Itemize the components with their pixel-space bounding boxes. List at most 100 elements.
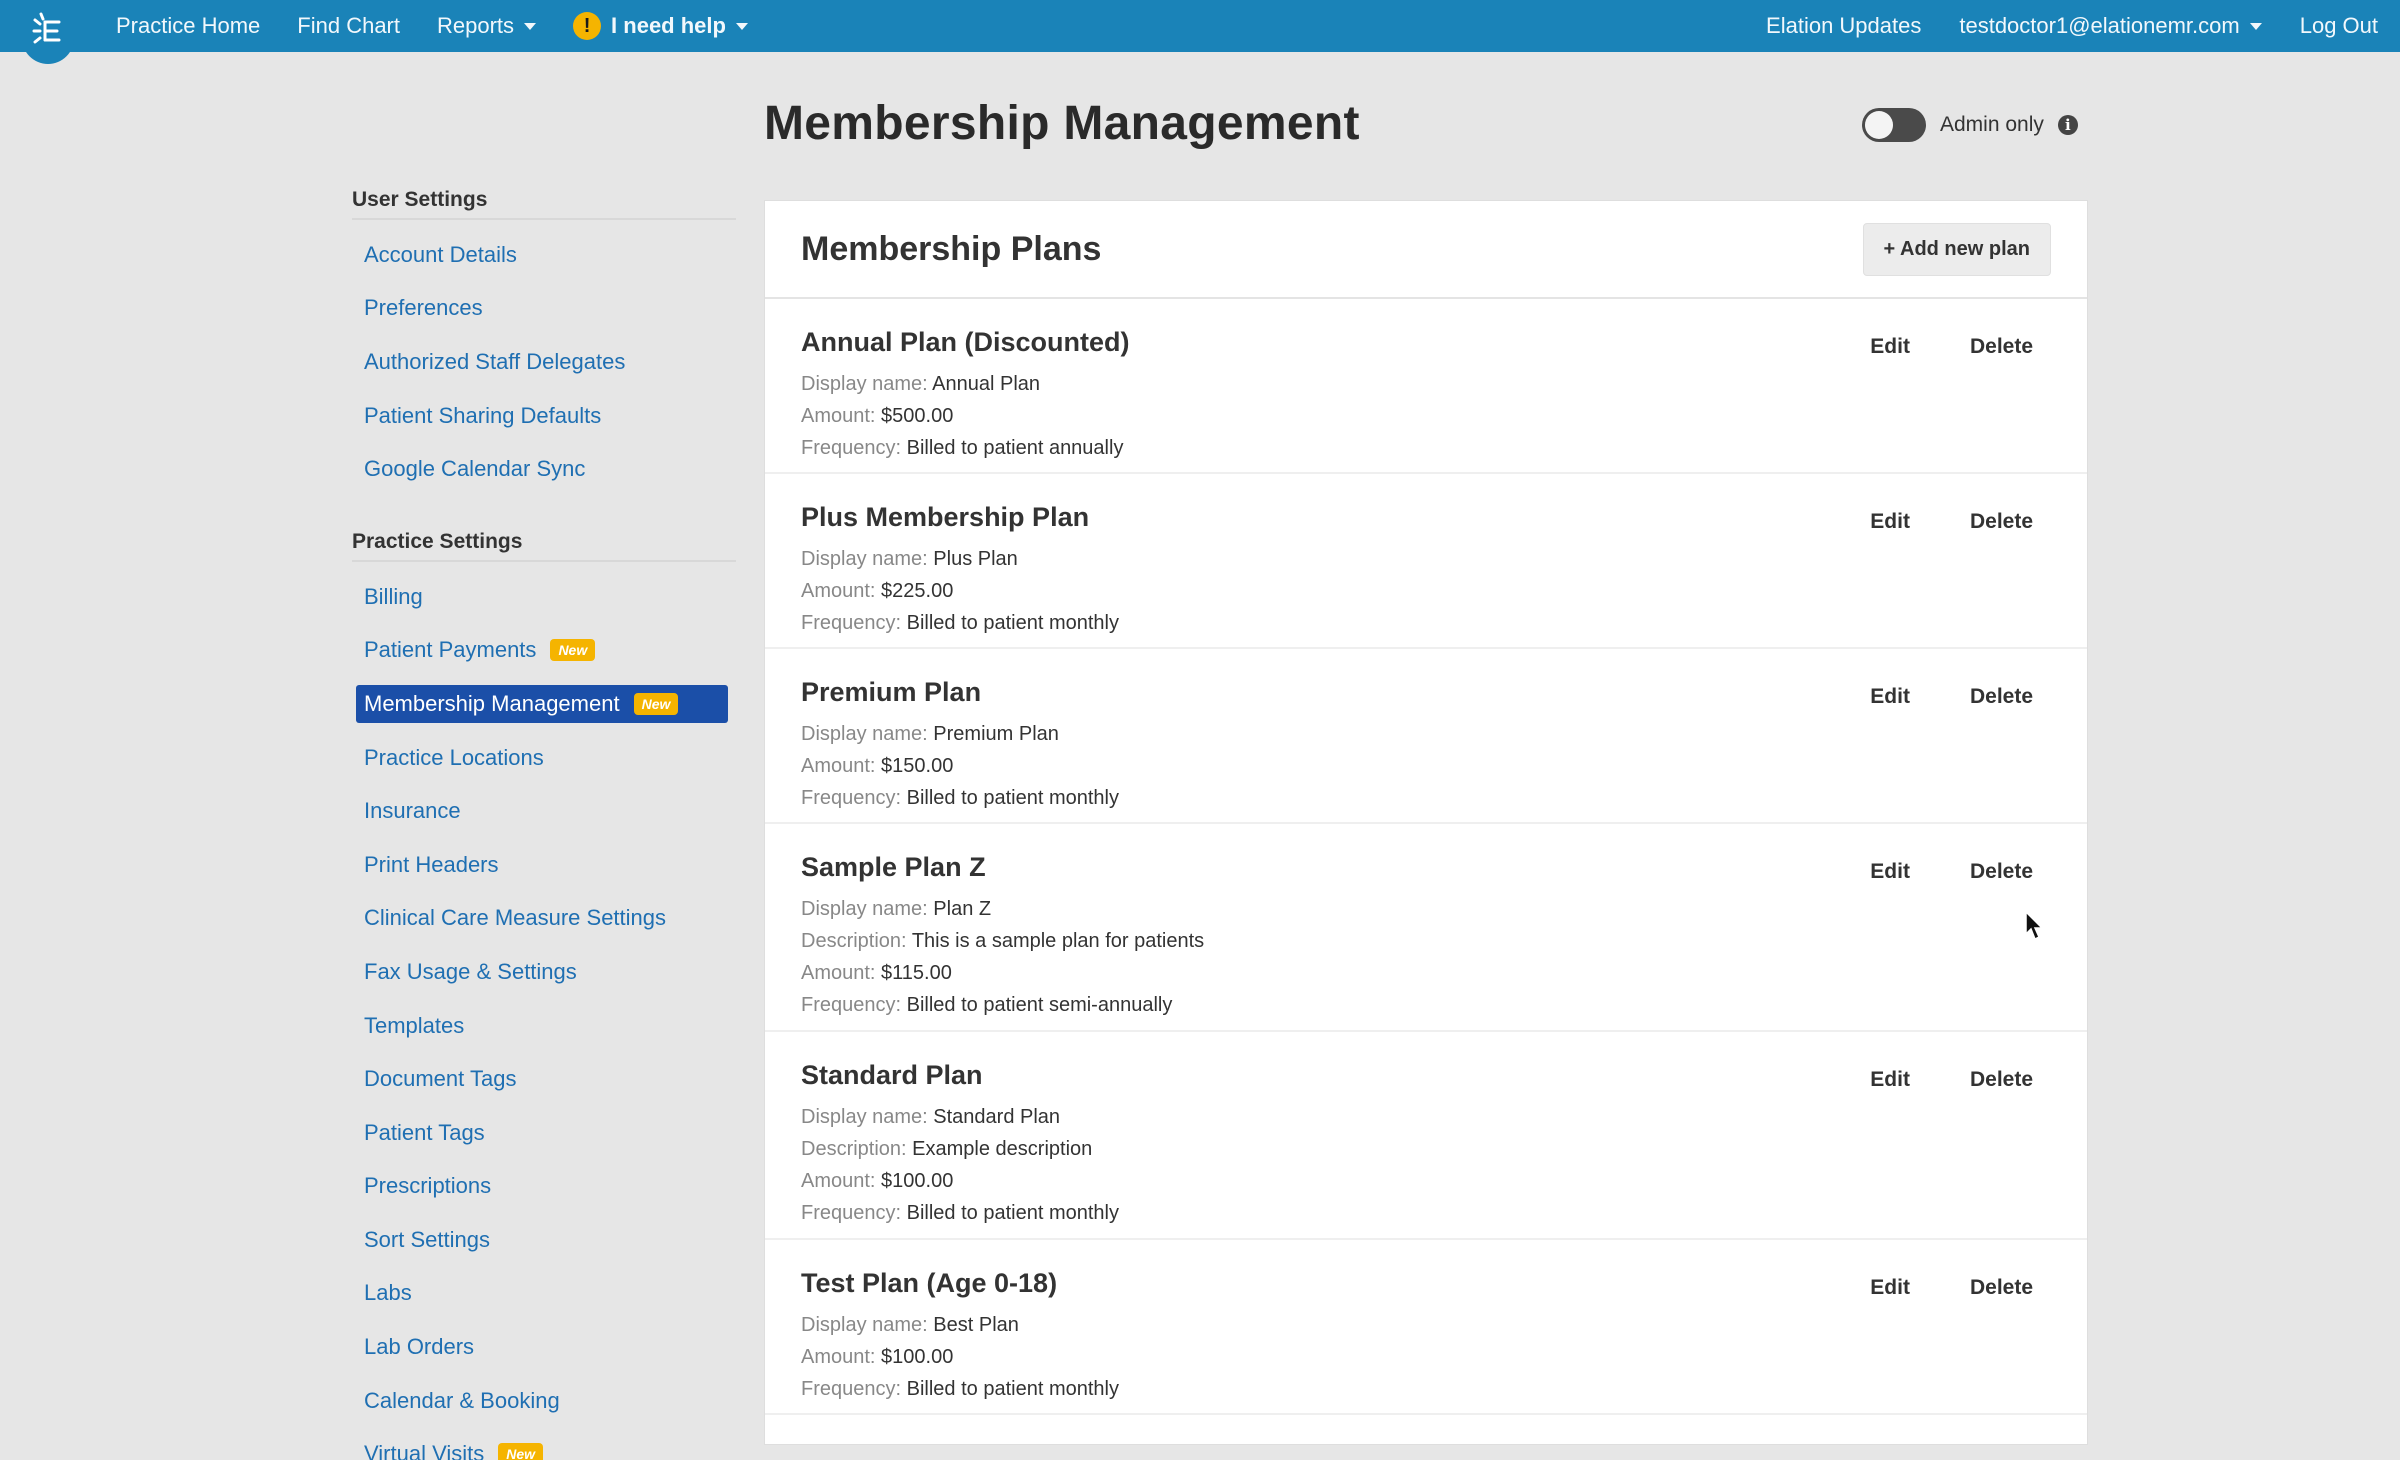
sidebar-item-label: Insurance [364,798,461,824]
sidebar-item-clinical-care-measure-settings[interactable]: Clinical Care Measure Settings [352,892,736,946]
card-title: Membership Plans [801,229,1102,268]
nav-left-group: Practice Home Find Chart Reports ! I nee… [116,0,748,52]
sidebar-item-labs[interactable]: Labs [352,1267,736,1321]
plan-field-value: This is a sample plan for patients [911,930,1205,952]
sidebar-item-insurance[interactable]: Insurance [352,784,736,838]
edit-plan-button[interactable]: Edit [1870,685,1910,709]
sidebar-item-label: Document Tags [364,1066,517,1092]
delete-plan-button[interactable]: Delete [1970,685,2033,709]
nav-reports-dropdown[interactable]: Reports [437,13,537,39]
plan-field: Amount: $100.00 [801,1165,2051,1197]
plan-field-value: Billed to patient monthly [906,787,1119,809]
admin-only-label: Admin only [1940,113,2044,136]
sidebar-item-label: Authorized Staff Delegates [364,348,626,374]
sidebar-item-document-tags[interactable]: Document Tags [352,1052,736,1106]
plan-field: Display name: Best Plan [801,1309,2051,1341]
sidebar-item-label: Patient Payments [364,637,537,663]
sidebar-item-label: Print Headers [364,851,499,877]
nav-help-dropdown[interactable]: ! I need help [573,12,748,40]
sidebar-item-billing[interactable]: Billing [352,570,736,624]
sidebar-item-calendar-booking[interactable]: Calendar & Booking [352,1374,736,1428]
add-new-plan-button[interactable]: + Add new plan [1862,222,2051,276]
plan-field-key: Frequency: [801,612,902,634]
plan-field-value: $500.00 [881,405,954,427]
nav-elation-updates[interactable]: Elation Updates [1766,13,1921,39]
plan-field-key: Display name: [801,723,928,745]
plan-list: Annual Plan (Discounted) Display name: An… [765,299,2087,1415]
nav-logout[interactable]: Log Out [2300,13,2378,39]
plan-field: Amount: $150.00 [801,750,2051,782]
nav-find-chart[interactable]: Find Chart [297,13,400,39]
sidebar-item-lab-orders[interactable]: Lab Orders [352,1320,736,1374]
sidebar-item-google-calendar-sync[interactable]: Google Calendar Sync [352,442,736,496]
sidebar-item-patient-payments[interactable]: Patient Payments New [352,624,736,678]
practice-settings-list: Billing Patient Payments New Membership Man… [352,570,736,1460]
sidebar-item-fax-usage-settings[interactable]: Fax Usage & Settings [352,945,736,999]
sidebar-item-account-details[interactable]: Account Details [352,228,736,282]
plan-field-key: Amount: [801,962,876,984]
plan-field: Display name: Premium Plan [801,718,2051,750]
delete-plan-button[interactable]: Delete [1970,860,2033,884]
edit-plan-button[interactable]: Edit [1870,510,1910,534]
sidebar-item-label: Membership Management [364,691,620,717]
plan-actions: Edit Delete [1870,1276,2033,1300]
sidebar-item-print-headers[interactable]: Print Headers [352,838,736,892]
plan-field: Frequency: Billed to patient monthly [801,1373,2051,1405]
plan-name: Standard Plan [801,1060,983,1090]
plan-field-value: Best Plan [933,1314,1019,1336]
plan-name: Test Plan (Age 0-18) [801,1268,1058,1298]
warning-icon: ! [573,12,602,40]
plan-field-value: $150.00 [881,755,954,777]
nav-practice-home[interactable]: Practice Home [116,13,260,39]
info-icon[interactable]: i [2057,115,2078,135]
sidebar-item-preferences[interactable]: Preferences [352,282,736,336]
plan-field-key: Frequency: [801,994,902,1016]
sidebar-item-label: Billing [364,583,423,609]
edit-plan-button[interactable]: Edit [1870,1068,1910,1092]
delete-plan-button[interactable]: Delete [1970,1276,2033,1300]
plan-field: Frequency: Billed to patient semi-annual… [801,989,2051,1021]
nav-label: Log Out [2299,13,2378,38]
edit-plan-button[interactable]: Edit [1870,1276,1910,1300]
plan-row: Annual Plan (Discounted) Display name: An… [765,299,2087,474]
plan-field-key: Display name: [801,898,928,920]
delete-plan-button[interactable]: Delete [1970,510,2033,534]
delete-plan-button[interactable]: Delete [1970,335,2033,359]
edit-plan-button[interactable]: Edit [1870,860,1910,884]
sidebar-item-patient-tags[interactable]: Patient Tags [352,1106,736,1160]
plan-field-key: Display name: [801,1314,928,1336]
plan-row: Premium Plan Display name: Premium Plan Am… [765,649,2087,824]
plan-field-value: Annual Plan [932,373,1041,395]
elation-logo-icon[interactable] [22,6,74,64]
plan-field-value: Example description [912,1138,1093,1160]
sidebar-item-label: Patient Sharing Defaults [364,402,602,428]
sidebar-item-label: Virtual Visits [364,1441,485,1460]
plan-actions: Edit Delete [1870,685,2033,709]
plan-actions: Edit Delete [1870,335,2033,359]
sidebar-item-practice-locations[interactable]: Practice Locations [352,731,736,785]
chevron-down-icon [524,22,537,30]
plan-field-value: Plan Z [933,898,992,920]
nav-label: Reports [437,13,515,38]
sidebar-item-templates[interactable]: Templates [352,999,736,1053]
nav-user-menu[interactable]: testdoctor1@elationemr.com [1959,13,2262,39]
user-settings-list: Account Details Preferences Authorized Sta… [352,228,736,496]
nav-label: Find Chart [297,13,400,38]
plan-field: Amount: $225.00 [801,575,2051,607]
delete-plan-button[interactable]: Delete [1970,1068,2033,1092]
plan-field-value: Billed to patient semi-annually [906,994,1173,1016]
sidebar-item-authorized-staff-delegates[interactable]: Authorized Staff Delegates [352,335,736,389]
plan-row: Sample Plan Z Display name: Plan Z Descrip… [765,824,2087,1032]
sidebar-item-patient-sharing-defaults[interactable]: Patient Sharing Defaults [352,389,736,443]
sidebar-item-label: Google Calendar Sync [364,456,586,482]
sidebar-item-label: Prescriptions [364,1173,492,1199]
sidebar-item-membership-management[interactable]: Membership Management New [356,685,728,724]
sidebar-item-virtual-visits[interactable]: Virtual Visits New [352,1427,736,1460]
plan-field-value: Billed to patient monthly [906,1378,1119,1400]
sidebar-item-sort-settings[interactable]: Sort Settings [352,1213,736,1267]
edit-plan-button[interactable]: Edit [1870,335,1910,359]
sidebar-item-label: Lab Orders [364,1334,475,1360]
page-title: Membership Management [764,97,1360,150]
sidebar-item-prescriptions[interactable]: Prescriptions [352,1160,736,1214]
admin-only-toggle[interactable] [1862,108,1926,142]
